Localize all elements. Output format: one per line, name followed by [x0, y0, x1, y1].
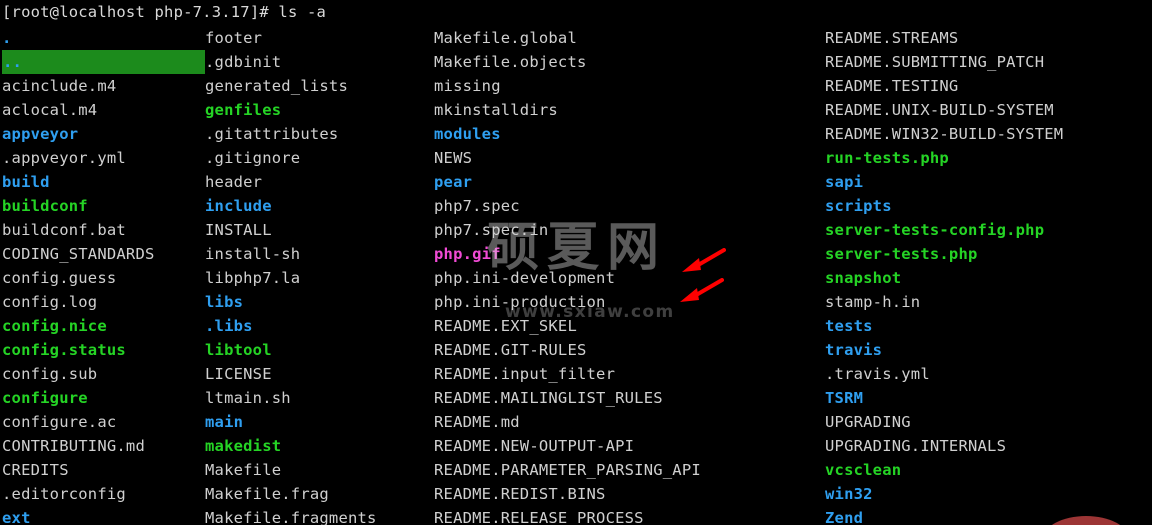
listing-entry: modules	[434, 125, 501, 143]
listing-entry: win32	[825, 485, 873, 503]
listing-entry: README.md	[434, 413, 520, 431]
listing-entry: README.SUBMITTING_PATCH	[825, 53, 1045, 71]
listing-column-1: ... acinclude.m4 aclocal.m4 appveyor .appvey…	[2, 26, 205, 525]
listing-entry: configure	[2, 389, 88, 407]
listing-entry: .	[2, 29, 12, 47]
listing-entry: php7.spec	[434, 197, 520, 215]
listing-column-2: footer .gdbinit generated_lists genfiles .gi…	[205, 26, 434, 525]
listing-entry: .appveyor.yml	[2, 149, 126, 167]
listing-entry: .gitattributes	[205, 125, 339, 143]
listing-entry: CONTRIBUTING.md	[2, 437, 145, 455]
terminal-window[interactable]: [root@localhost php-7.3.17]# ls -a ... ac…	[0, 0, 1152, 525]
listing-entry: aclocal.m4	[2, 101, 98, 119]
listing-entry: libs	[205, 293, 244, 311]
listing-entry: run-tests.php	[825, 149, 949, 167]
listing-entry: config.nice	[2, 317, 107, 335]
listing-entry: snapshot	[825, 269, 902, 287]
listing-entry: .gdbinit	[205, 53, 282, 71]
listing-entry: stamp-h.in	[825, 293, 921, 311]
listing-entry: footer	[205, 29, 263, 47]
listing-entry: README.TESTING	[825, 77, 959, 95]
listing-entry: missing	[434, 77, 501, 95]
listing-entry: .editorconfig	[2, 485, 126, 503]
listing-entry: buildconf.bat	[2, 221, 126, 239]
listing-entry: header	[205, 173, 263, 191]
listing-entry: makedist	[205, 437, 282, 455]
listing-entry: README.RELEASE_PROCESS	[434, 509, 644, 525]
shell-command: ls -a	[278, 3, 327, 21]
listing-column-4: README.STREAMS README.SUBMITTING_PATCH REA…	[825, 26, 1152, 525]
listing-entry: php.ini-production	[434, 293, 606, 311]
listing-entry: acinclude.m4	[2, 77, 117, 95]
listing-entry: libphp7.la	[205, 269, 301, 287]
listing-entry: config.log	[2, 293, 98, 311]
listing-entry: ltmain.sh	[205, 389, 291, 407]
listing-entry: buildconf	[2, 197, 88, 215]
listing-column-3: Makefile.global Makefile.objects missing mk…	[434, 26, 825, 525]
listing-entry: sapi	[825, 173, 864, 191]
listing-entry: php.gif	[434, 245, 501, 263]
listing-entry: README.WIN32-BUILD-SYSTEM	[825, 125, 1064, 143]
listing-entry: README.REDIST.BINS	[434, 485, 606, 503]
listing-entry: genfiles	[205, 101, 282, 119]
shell-prompt-line: [root@localhost php-7.3.17]# ls -a	[2, 0, 326, 24]
listing-entry: Makefile.frag	[205, 485, 329, 503]
listing-entry: README.PARAMETER_PARSING_API	[434, 461, 701, 479]
listing-entry: README.input_filter	[434, 365, 616, 383]
listing-entry: README.NEW-OUTPUT-API	[434, 437, 635, 455]
listing-entry: Makefile	[205, 461, 282, 479]
listing-entry: Makefile.fragments	[205, 509, 377, 525]
listing-entry: config.status	[2, 341, 126, 359]
listing-entry: UPGRADING.INTERNALS	[825, 437, 1007, 455]
listing-entry: CODING_STANDARDS	[2, 245, 155, 263]
listing-entry: tests	[825, 317, 873, 335]
listing-entry: .travis.yml	[825, 365, 930, 383]
listing-entry: scripts	[825, 197, 892, 215]
listing-entry: build	[2, 173, 50, 191]
listing-entry: .libs	[205, 317, 253, 335]
listing-entry: config.guess	[2, 269, 117, 287]
listing-entry: server-tests-config.php	[825, 221, 1045, 239]
listing-entry: server-tests.php	[825, 245, 978, 263]
listing-entry: config.sub	[2, 365, 98, 383]
listing-entry: pear	[434, 173, 473, 191]
listing-entry: php.ini-development	[434, 269, 616, 287]
listing-entry: Makefile.global	[434, 29, 577, 47]
listing-entry: install-sh	[205, 245, 301, 263]
listing-entry: Makefile.objects	[434, 53, 587, 71]
listing-entry: php7.spec.in	[434, 221, 549, 239]
shell-prompt: [root@localhost php-7.3.17]#	[2, 3, 279, 21]
listing-entry: UPGRADING	[825, 413, 911, 431]
listing-entry: configure.ac	[2, 413, 117, 431]
listing-entry: INSTALL	[205, 221, 272, 239]
listing-entry: CREDITS	[2, 461, 69, 479]
listing-entry: .gitignore	[205, 149, 301, 167]
listing-entry: README.MAILINGLIST_RULES	[434, 389, 663, 407]
listing-entry: travis	[825, 341, 883, 359]
listing-entry: vcsclean	[825, 461, 902, 479]
listing-entry: ext	[2, 509, 31, 525]
listing-entry: generated_lists	[205, 77, 348, 95]
listing-entry: appveyor	[2, 125, 79, 143]
listing-entry: libtool	[205, 341, 272, 359]
listing-entry: TSRM	[825, 389, 864, 407]
listing-entry: README.STREAMS	[825, 29, 959, 47]
listing-entry: main	[205, 413, 244, 431]
listing-entry: include	[205, 197, 272, 215]
listing-entry: LICENSE	[205, 365, 272, 383]
listing-entry: README.GIT-RULES	[434, 341, 587, 359]
listing-entry: README.UNIX-BUILD-SYSTEM	[825, 101, 1054, 119]
listing-entry: ..	[2, 50, 205, 74]
listing-entry: mkinstalldirs	[434, 101, 558, 119]
listing-entry: NEWS	[434, 149, 473, 167]
listing-entry: README.EXT_SKEL	[434, 317, 577, 335]
